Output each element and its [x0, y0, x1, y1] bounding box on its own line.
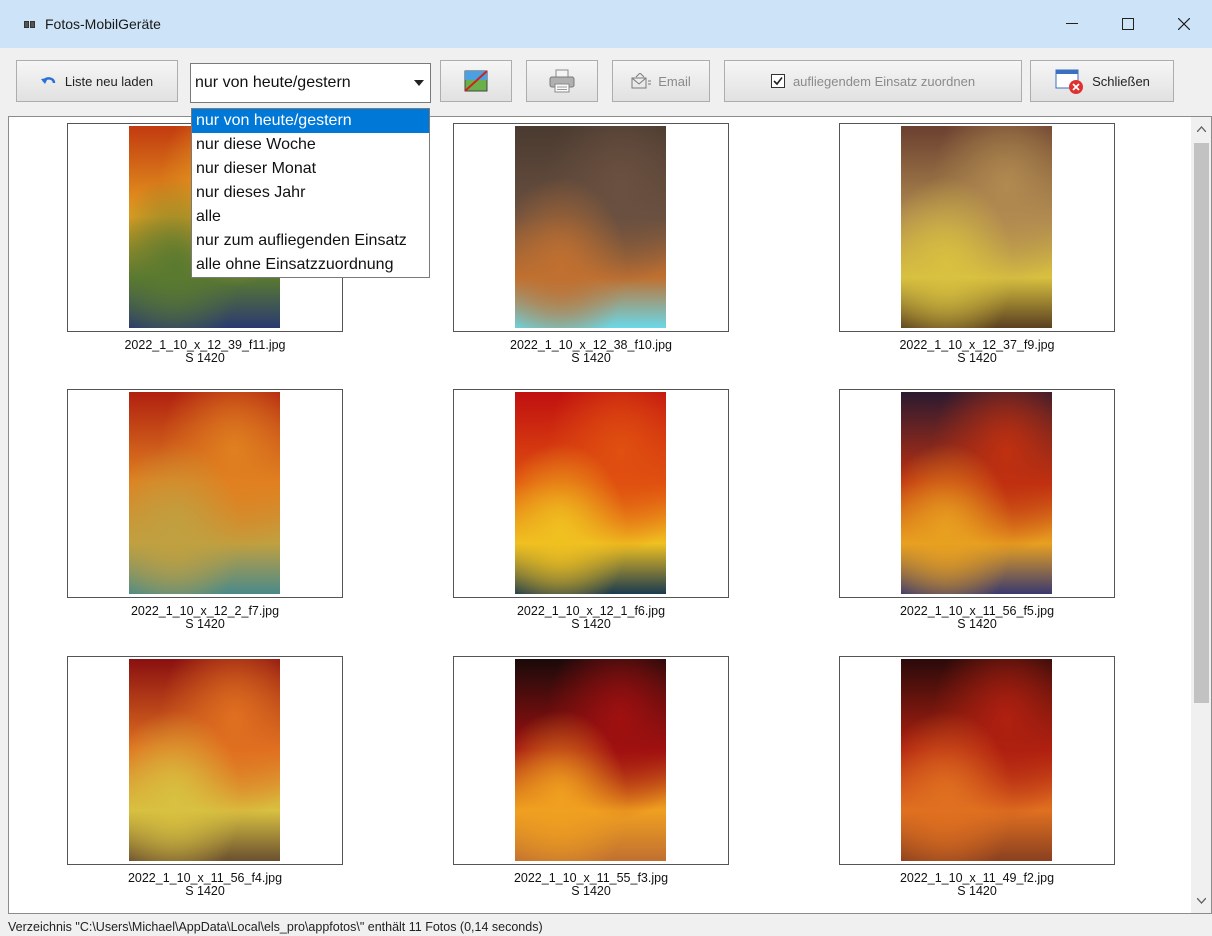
photo-unit: S 1420 [185, 617, 225, 631]
photo-thumbnail[interactable] [67, 656, 343, 865]
reload-list-button[interactable]: Liste neu laden [16, 60, 178, 102]
dropdown-option[interactable]: nur dieses Jahr [192, 181, 429, 205]
toolbar: Liste neu laden nur von heute/gestern Em… [0, 48, 1212, 116]
photo-unit: S 1420 [571, 617, 611, 631]
close-button[interactable] [1156, 0, 1212, 48]
photo-unit: S 1420 [957, 351, 997, 365]
minimize-icon [1066, 23, 1078, 24]
photo-image[interactable] [901, 126, 1052, 328]
minimize-button[interactable] [1044, 0, 1100, 48]
image-edit-button[interactable] [440, 60, 512, 102]
chevron-down-icon[interactable] [408, 64, 430, 102]
date-filter-value: nur von heute/gestern [195, 74, 351, 91]
scroll-up-icon[interactable] [1191, 119, 1211, 139]
photo-image[interactable] [901, 392, 1052, 594]
date-filter-dropdown: nur von heute/gestern nur diese Woche nur … [191, 108, 430, 278]
scrollbar-thumb[interactable] [1194, 143, 1209, 703]
photo-caption: 2022_1_10_x_12_1_f6.jpg S 1420 [441, 605, 741, 631]
dropdown-option[interactable]: nur diese Woche [192, 133, 429, 157]
photo-caption: 2022_1_10_x_11_56_f5.jpg S 1420 [827, 605, 1127, 631]
photo-unit: S 1420 [957, 617, 997, 631]
printer-icon [549, 69, 575, 93]
dropdown-option[interactable]: nur dieser Monat [192, 157, 429, 181]
reload-list-label: Liste neu laden [64, 73, 154, 89]
photo-image[interactable] [129, 659, 280, 861]
photo-caption: 2022_1_10_x_12_39_f11.jpg S 1420 [55, 339, 355, 365]
photo-image[interactable] [901, 659, 1052, 861]
photo-caption: 2022_1_10_x_11_49_f2.jpg S 1420 [827, 872, 1127, 898]
photo-image[interactable] [515, 659, 666, 861]
close-dialog-label: Schließen [1092, 73, 1150, 89]
no-image-icon [464, 70, 488, 92]
close-dialog-button[interactable]: Schließen [1030, 60, 1174, 102]
photo-thumbnail[interactable] [453, 123, 729, 332]
photo-unit: S 1420 [571, 884, 611, 898]
photo-unit: S 1420 [185, 351, 225, 365]
photo-unit: S 1420 [571, 351, 611, 365]
photo-grid: 2022_1_10_x_12_39_f11.jpg S 1420 2022_1_10… [8, 116, 1212, 914]
app-icon [24, 20, 36, 29]
window-title: Fotos-MobilGeräte [45, 16, 161, 32]
status-bar: Verzeichnis "C:\Users\Michael\AppData\Lo… [0, 914, 1212, 936]
dropdown-option[interactable]: alle [192, 205, 429, 229]
photo-image[interactable] [515, 392, 666, 594]
dropdown-option[interactable]: nur zum aufliegenden Einsatz [192, 229, 429, 253]
photo-caption: 2022_1_10_x_12_37_f9.jpg S 1420 [827, 339, 1127, 365]
photo-unit: S 1420 [957, 884, 997, 898]
vertical-scrollbar[interactable] [1191, 117, 1211, 913]
assign-operation-label: aufliegendem Einsatz zuordnen [792, 73, 976, 89]
photo-caption: 2022_1_10_x_11_56_f4.jpg S 1420 [55, 872, 355, 898]
close-window-icon [1055, 69, 1084, 94]
maximize-button[interactable] [1100, 0, 1156, 48]
photo-thumbnail[interactable] [453, 389, 729, 598]
photo-thumbnail[interactable] [67, 389, 343, 598]
photo-thumbnail[interactable] [839, 389, 1115, 598]
date-filter-select[interactable]: nur von heute/gestern [190, 63, 431, 103]
checkbox-checked-icon[interactable] [770, 74, 785, 88]
photo-thumbnail[interactable] [453, 656, 729, 865]
title-bar: Fotos-MobilGeräte [0, 0, 1212, 48]
undo-arrow-icon [40, 77, 56, 84]
maximize-icon [1122, 18, 1134, 30]
dropdown-option[interactable]: nur von heute/gestern [192, 109, 429, 133]
dropdown-option[interactable]: alle ohne Einsatzzuordnung [192, 253, 429, 277]
scroll-down-icon[interactable] [1191, 891, 1211, 911]
email-button[interactable]: Email [612, 60, 710, 102]
photo-caption: 2022_1_10_x_12_38_f10.jpg S 1420 [441, 339, 741, 365]
photo-unit: S 1420 [185, 884, 225, 898]
app-window: Fotos-MobilGeräte Liste neu laden nur vo… [0, 0, 1212, 936]
email-label: Email [658, 73, 691, 89]
photo-caption: 2022_1_10_x_11_55_f3.jpg S 1420 [441, 872, 741, 898]
photo-image[interactable] [515, 126, 666, 328]
window-controls [1044, 0, 1212, 48]
assign-operation-checkbox-button[interactable]: aufliegendem Einsatz zuordnen [724, 60, 1022, 102]
close-icon [1178, 18, 1190, 30]
photo-image[interactable] [129, 392, 280, 594]
photo-thumbnail[interactable] [839, 656, 1115, 865]
status-text: Verzeichnis "C:\Users\Michael\AppData\Lo… [8, 920, 543, 934]
print-button[interactable] [526, 60, 598, 102]
photo-caption: 2022_1_10_x_12_2_f7.jpg S 1420 [55, 605, 355, 631]
photo-thumbnail[interactable] [839, 123, 1115, 332]
email-icon [631, 73, 652, 89]
